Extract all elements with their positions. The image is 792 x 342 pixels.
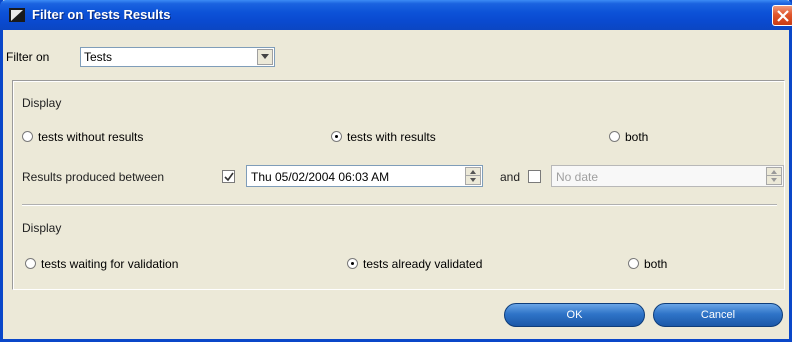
spin-down-button xyxy=(767,176,781,184)
validation-display-label: Display xyxy=(22,221,62,235)
radio-label: tests already validated xyxy=(363,257,483,271)
radio-circle[interactable] xyxy=(22,131,33,142)
chevron-down-icon xyxy=(261,54,269,59)
radio-label: tests without results xyxy=(38,130,144,144)
end-date-spinner xyxy=(766,167,782,185)
radio-label: tests with results xyxy=(347,130,436,144)
end-date-value: No date xyxy=(556,170,599,184)
spin-up-button xyxy=(767,168,781,176)
filter-label: Filter on xyxy=(6,50,50,64)
cancel-button[interactable]: Cancel xyxy=(653,303,783,327)
start-date-field[interactable]: Thu 05/02/2004 06:03 AM xyxy=(246,165,483,187)
close-icon xyxy=(777,10,789,22)
and-label: and xyxy=(500,170,521,184)
arrow-up-icon xyxy=(470,170,476,174)
arrow-up-icon xyxy=(771,170,777,174)
dropdown-button[interactable] xyxy=(257,49,273,65)
filter-dialog: Filter on Tests Results Filter on Tests … xyxy=(0,0,792,342)
filter-select[interactable]: Tests xyxy=(80,47,275,67)
radio-label: both xyxy=(644,257,668,271)
start-date-checkbox[interactable] xyxy=(222,170,235,183)
radio-label: tests waiting for validation xyxy=(41,257,179,271)
end-date-field: No date xyxy=(551,165,784,187)
spin-up-button[interactable] xyxy=(466,168,480,176)
date-range-label: Results produced between xyxy=(22,170,165,184)
radio-circle[interactable] xyxy=(331,131,342,142)
title-bar[interactable]: Filter on Tests Results xyxy=(0,0,792,30)
window-title: Filter on Tests Results xyxy=(32,7,171,22)
radio-circle[interactable] xyxy=(628,258,639,269)
ok-button[interactable]: OK xyxy=(504,303,645,327)
results-display-label: Display xyxy=(22,96,62,110)
radio-label: both xyxy=(625,130,649,144)
radio-circle[interactable] xyxy=(25,258,36,269)
start-date-value: Thu 05/02/2004 06:03 AM xyxy=(251,170,390,184)
start-date-spinner[interactable] xyxy=(465,167,481,185)
options-group: Display tests without results tests with… xyxy=(12,80,785,290)
section-divider xyxy=(22,204,777,206)
arrow-down-icon xyxy=(470,178,476,182)
app-icon xyxy=(8,7,26,23)
spin-down-button[interactable] xyxy=(466,176,480,184)
close-button[interactable] xyxy=(772,5,792,26)
filter-select-value: Tests xyxy=(84,50,113,64)
arrow-down-icon xyxy=(771,178,777,182)
end-date-checkbox[interactable] xyxy=(528,170,541,183)
checkmark-icon xyxy=(224,172,234,182)
radio-circle[interactable] xyxy=(609,131,620,142)
radio-circle[interactable] xyxy=(347,258,358,269)
